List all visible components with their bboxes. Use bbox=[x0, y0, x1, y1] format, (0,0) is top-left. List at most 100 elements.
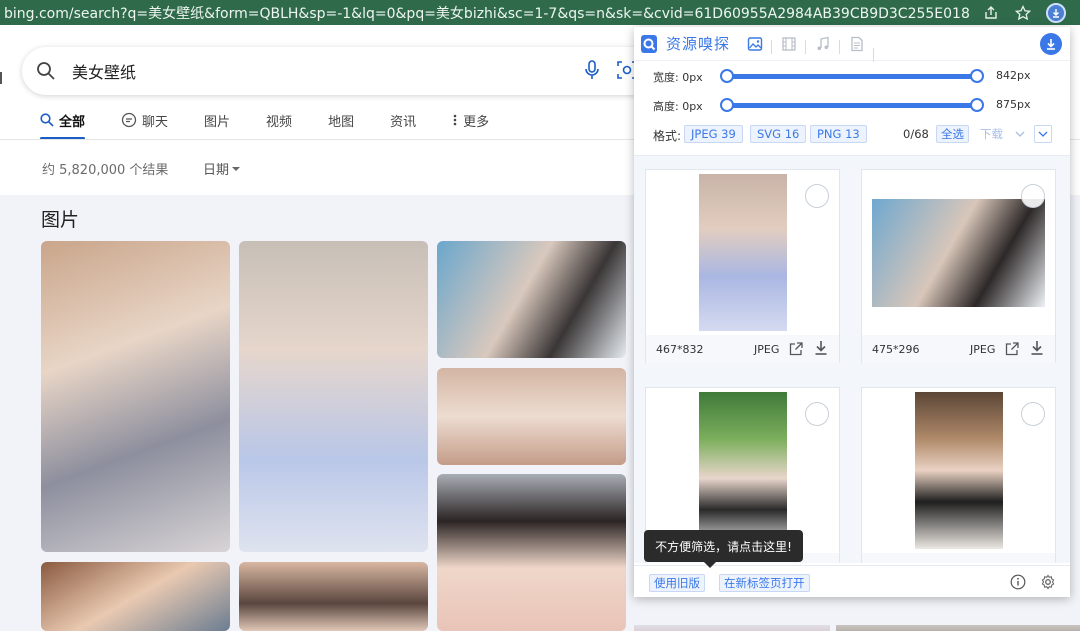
select-checkbox[interactable] bbox=[805, 184, 829, 208]
width-max-handle[interactable] bbox=[970, 69, 984, 83]
thumbnail-image bbox=[914, 392, 1003, 549]
image-result[interactable] bbox=[836, 625, 1080, 631]
select-checkbox[interactable] bbox=[1021, 402, 1045, 426]
thumbnail-image bbox=[698, 392, 787, 549]
info-icon[interactable] bbox=[1010, 574, 1026, 590]
tab-label: 资讯 bbox=[390, 114, 417, 130]
chevron-down-icon bbox=[1038, 131, 1048, 137]
film-icon bbox=[782, 36, 796, 51]
resource-card[interactable] bbox=[861, 387, 1056, 563]
filter-audio[interactable] bbox=[805, 36, 840, 54]
chat-icon bbox=[121, 112, 137, 128]
star-icon[interactable] bbox=[1012, 2, 1034, 24]
height-slider-track[interactable] bbox=[727, 103, 977, 108]
tab-chat[interactable]: 聊天 bbox=[121, 107, 168, 133]
tab-label: 图片 bbox=[204, 114, 231, 130]
tab-label: 全部 bbox=[59, 114, 86, 130]
resource-dimensions: 475*296 bbox=[872, 343, 920, 356]
height-max-value: 875px bbox=[996, 98, 1031, 111]
tab-label: 更多 bbox=[463, 114, 490, 130]
format-chip-png[interactable]: PNG 13 bbox=[810, 125, 867, 143]
image-result[interactable] bbox=[41, 241, 230, 552]
height-max-handle[interactable] bbox=[970, 98, 984, 112]
tab-all[interactable]: 全部 bbox=[40, 107, 86, 140]
format-count: 39 bbox=[721, 127, 736, 141]
filter-document[interactable] bbox=[839, 36, 874, 54]
select-all-button[interactable]: 全选 bbox=[936, 125, 969, 143]
search-box[interactable]: 美女壁纸 bbox=[22, 47, 662, 95]
search-icon bbox=[40, 113, 54, 127]
download-all-button[interactable] bbox=[1040, 33, 1062, 55]
date-filter-label: 日期 bbox=[203, 163, 230, 178]
gear-icon[interactable] bbox=[1040, 574, 1056, 590]
microphone-icon[interactable] bbox=[584, 59, 600, 81]
width-filter: 宽度: 0px 842px bbox=[634, 66, 1070, 86]
select-checkbox[interactable] bbox=[805, 402, 829, 426]
format-name: SVG bbox=[757, 127, 782, 141]
width-label: 宽度: 0px bbox=[653, 71, 703, 84]
open-external-icon[interactable] bbox=[788, 341, 804, 357]
search-input[interactable]: 美女壁纸 bbox=[72, 59, 136, 83]
resource-grid: 467*832 JPEG 475*296 JPEG bbox=[634, 155, 1070, 563]
image-result[interactable] bbox=[239, 241, 428, 552]
download-icon bbox=[1047, 39, 1055, 50]
image-result[interactable] bbox=[41, 562, 230, 631]
image-result[interactable] bbox=[634, 625, 830, 631]
image-icon bbox=[747, 36, 763, 51]
format-count: 16 bbox=[784, 127, 800, 141]
height-filter: 高度: 0px 875px bbox=[634, 95, 1070, 115]
resource-sniffer-panel: 资源嗅探 宽度: 0px 842px 高度: 0px 875px 格式: JPE… bbox=[634, 27, 1070, 597]
search-icon[interactable] bbox=[36, 61, 56, 81]
format-filter: 格式: JPEG 39 SVG 16 PNG 13 0/68 全选 下载 bbox=[634, 125, 1070, 145]
url-text[interactable]: bing.com/search?q=美女壁纸&form=QBLH&sp=-1&l… bbox=[0, 3, 970, 23]
search-tabs: 全部 聊天 图片 视频 地图 资讯 更多 bbox=[40, 107, 525, 140]
filter-video[interactable] bbox=[771, 36, 806, 54]
select-checkbox[interactable] bbox=[1021, 184, 1045, 208]
format-count: 13 bbox=[845, 127, 860, 141]
tab-maps[interactable]: 地图 bbox=[328, 107, 354, 133]
thumbnail-image bbox=[872, 198, 1045, 307]
width-min-handle[interactable] bbox=[720, 69, 734, 83]
image-result[interactable] bbox=[437, 368, 626, 465]
download-icon[interactable] bbox=[814, 340, 828, 356]
format-chip-jpeg[interactable]: JPEG 39 bbox=[684, 125, 743, 143]
date-filter[interactable]: 日期 bbox=[203, 159, 243, 178]
height-label: 高度: 0px bbox=[653, 100, 703, 113]
more-icon bbox=[453, 114, 457, 126]
extension-download-icon[interactable] bbox=[1046, 2, 1066, 23]
format-chip-svg[interactable]: SVG 16 bbox=[750, 125, 807, 143]
resource-dimensions: 467*832 bbox=[656, 343, 704, 356]
panel-footer: 使用旧版 在新标签页打开 bbox=[634, 565, 1070, 597]
filter-image[interactable] bbox=[738, 36, 772, 52]
download-selected-button[interactable]: 下载 bbox=[974, 125, 1034, 143]
width-slider-track[interactable] bbox=[727, 74, 977, 79]
image-result[interactable] bbox=[239, 562, 428, 631]
sniffer-logo-icon bbox=[641, 34, 657, 53]
chevron-down-icon bbox=[232, 166, 241, 171]
height-min-handle[interactable] bbox=[720, 98, 734, 112]
filter-tooltip: 不方便筛选，请点击这里! bbox=[644, 530, 803, 568]
download-options-button[interactable] bbox=[1034, 125, 1052, 143]
tab-videos[interactable]: 视频 bbox=[266, 107, 292, 133]
share-icon[interactable] bbox=[980, 2, 1002, 24]
tab-news[interactable]: 资讯 bbox=[390, 107, 416, 133]
address-bar[interactable]: bing.com/search?q=美女壁纸&form=QBLH&sp=-1&l… bbox=[0, 0, 1080, 25]
resource-format: JPEG bbox=[754, 343, 780, 356]
old-version-button[interactable]: 使用旧版 bbox=[649, 574, 705, 592]
open-new-tab-button[interactable]: 在新标签页打开 bbox=[719, 574, 810, 592]
tab-label: 地图 bbox=[328, 114, 355, 130]
resource-card[interactable]: 467*832 JPEG bbox=[645, 169, 840, 363]
open-external-icon[interactable] bbox=[1004, 341, 1020, 357]
resource-info bbox=[862, 553, 1055, 563]
document-icon bbox=[851, 36, 863, 51]
download-icon[interactable] bbox=[1030, 340, 1044, 356]
image-result[interactable] bbox=[437, 241, 626, 358]
tab-more[interactable]: 更多 bbox=[452, 107, 489, 133]
thumbnail-image bbox=[698, 174, 787, 331]
resource-card[interactable]: 475*296 JPEG bbox=[861, 169, 1056, 363]
resource-format: JPEG bbox=[970, 343, 996, 356]
format-label: 格式: bbox=[653, 129, 682, 143]
edge-marker bbox=[0, 72, 3, 84]
tab-images[interactable]: 图片 bbox=[204, 107, 230, 133]
image-result[interactable] bbox=[437, 474, 626, 631]
